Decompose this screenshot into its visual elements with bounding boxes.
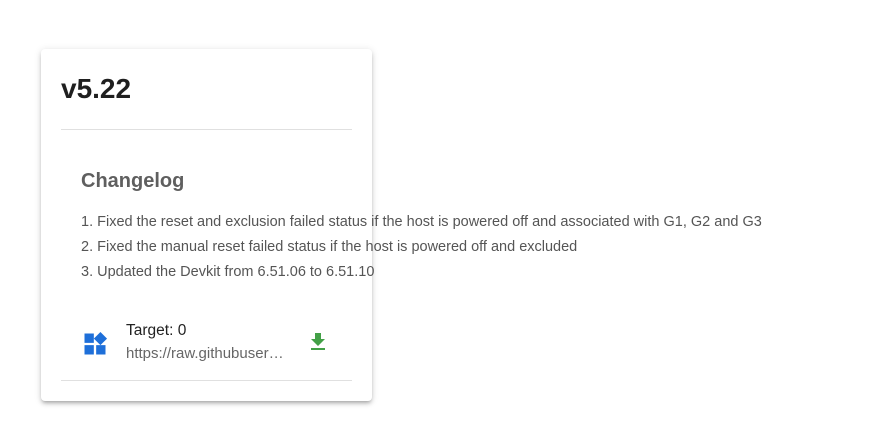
download-button[interactable] xyxy=(303,327,333,357)
changelog-item: 1. Fixed the reset and exclusion failed … xyxy=(81,214,762,230)
changelog-item: 3. Updated the Devkit from 6.51.06 to 6.… xyxy=(81,264,375,280)
asset-url[interactable]: https://raw.githubusercontent.com xyxy=(126,345,286,363)
asset-target-label: Target: 0 xyxy=(126,322,187,339)
release-version-title: v5.22 xyxy=(61,73,132,104)
changelog-list: 1. Fixed the reset and exclusion failed … xyxy=(81,212,762,287)
title-divider xyxy=(61,129,352,130)
release-card: v5.22 Changelog 1. Fixed the reset and e… xyxy=(41,49,762,401)
page: v5.22 Changelog 1. Fixed the reset and e… xyxy=(0,0,877,435)
download-icon xyxy=(311,333,325,350)
changelog-heading: Changelog xyxy=(81,170,185,192)
changelog-item: 2. Fixed the manual reset failed status … xyxy=(81,239,578,255)
widgets-icon xyxy=(84,331,108,355)
footer-divider xyxy=(61,380,352,381)
asset-row: Target: 0 https://raw.githubusercontent.… xyxy=(81,319,331,363)
